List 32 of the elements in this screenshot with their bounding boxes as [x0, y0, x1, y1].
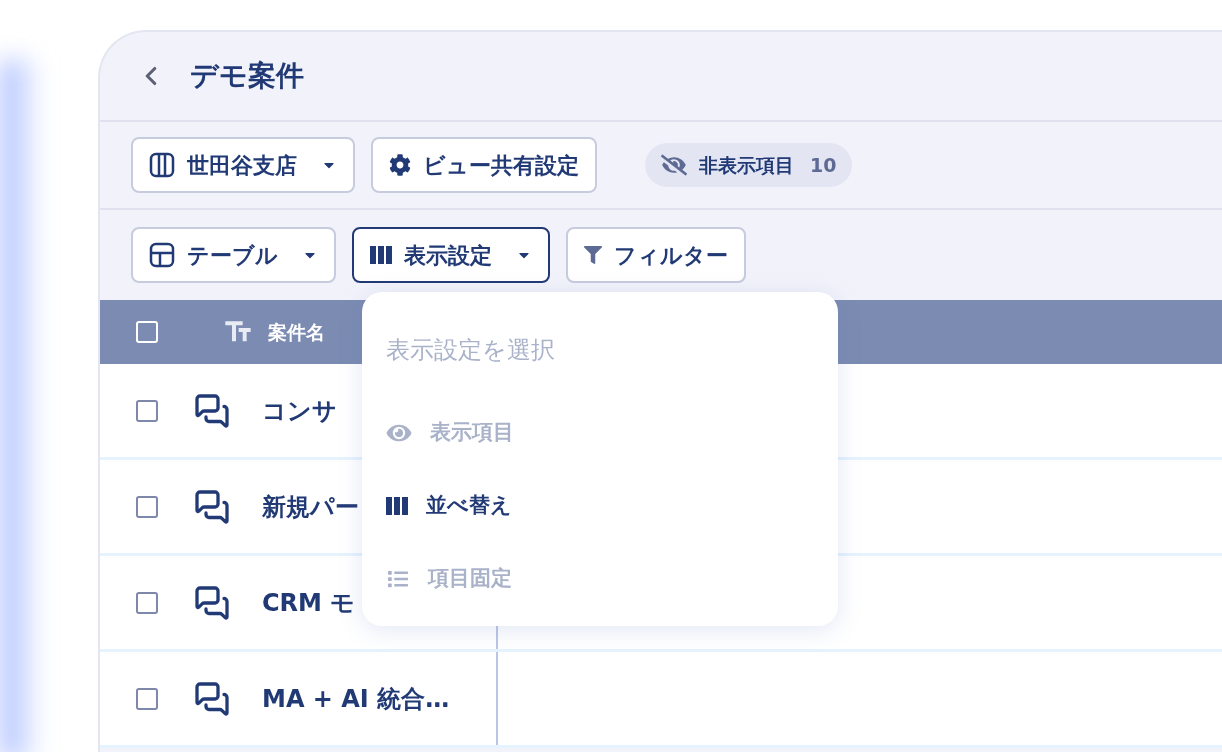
bars-icon [386, 496, 408, 515]
dropdown-button[interactable]: テーブル [131, 227, 336, 283]
chat-icon [194, 392, 230, 429]
filter-icon [584, 246, 602, 264]
toolbar-button[interactable]: フィルター [566, 227, 746, 283]
table-icon [149, 242, 175, 268]
checkbox[interactable] [136, 687, 158, 710]
eye-off-icon [661, 154, 687, 176]
table-cell-text: MA + AI 統合… [262, 683, 450, 715]
checkbox[interactable] [136, 591, 158, 614]
column-header: 案件名 [268, 319, 325, 345]
checkbox[interactable] [136, 495, 158, 518]
menu-item[interactable]: 並べ替え [386, 469, 814, 542]
badge-count: 10 [810, 152, 837, 178]
badge-label: 非表示項目 [699, 152, 794, 178]
table-cell-text: 新規パー [262, 491, 359, 523]
table-cell-text: CRM モ [262, 587, 356, 619]
chat-icon [194, 680, 230, 717]
hidden-items-badge[interactable]: 非表示項目 10 [645, 143, 853, 187]
checkbox[interactable] [136, 399, 158, 422]
chat-icon [194, 488, 230, 525]
select-field[interactable]: 表示設定を選択 [386, 332, 814, 368]
dropdown-button[interactable]: 表示設定 [352, 227, 550, 283]
list-icon [386, 568, 410, 589]
bars-icon [370, 246, 392, 264]
columns-icon [149, 152, 175, 178]
gear-icon [389, 154, 411, 176]
toolbar-button[interactable]: ビュー共有設定 [371, 137, 597, 193]
table-cell-text: コンサ [262, 395, 337, 427]
dropdown-button[interactable]: 世田谷支店 [131, 137, 355, 193]
page-title: デモ案件 [190, 58, 304, 94]
chat-icon [194, 584, 230, 621]
